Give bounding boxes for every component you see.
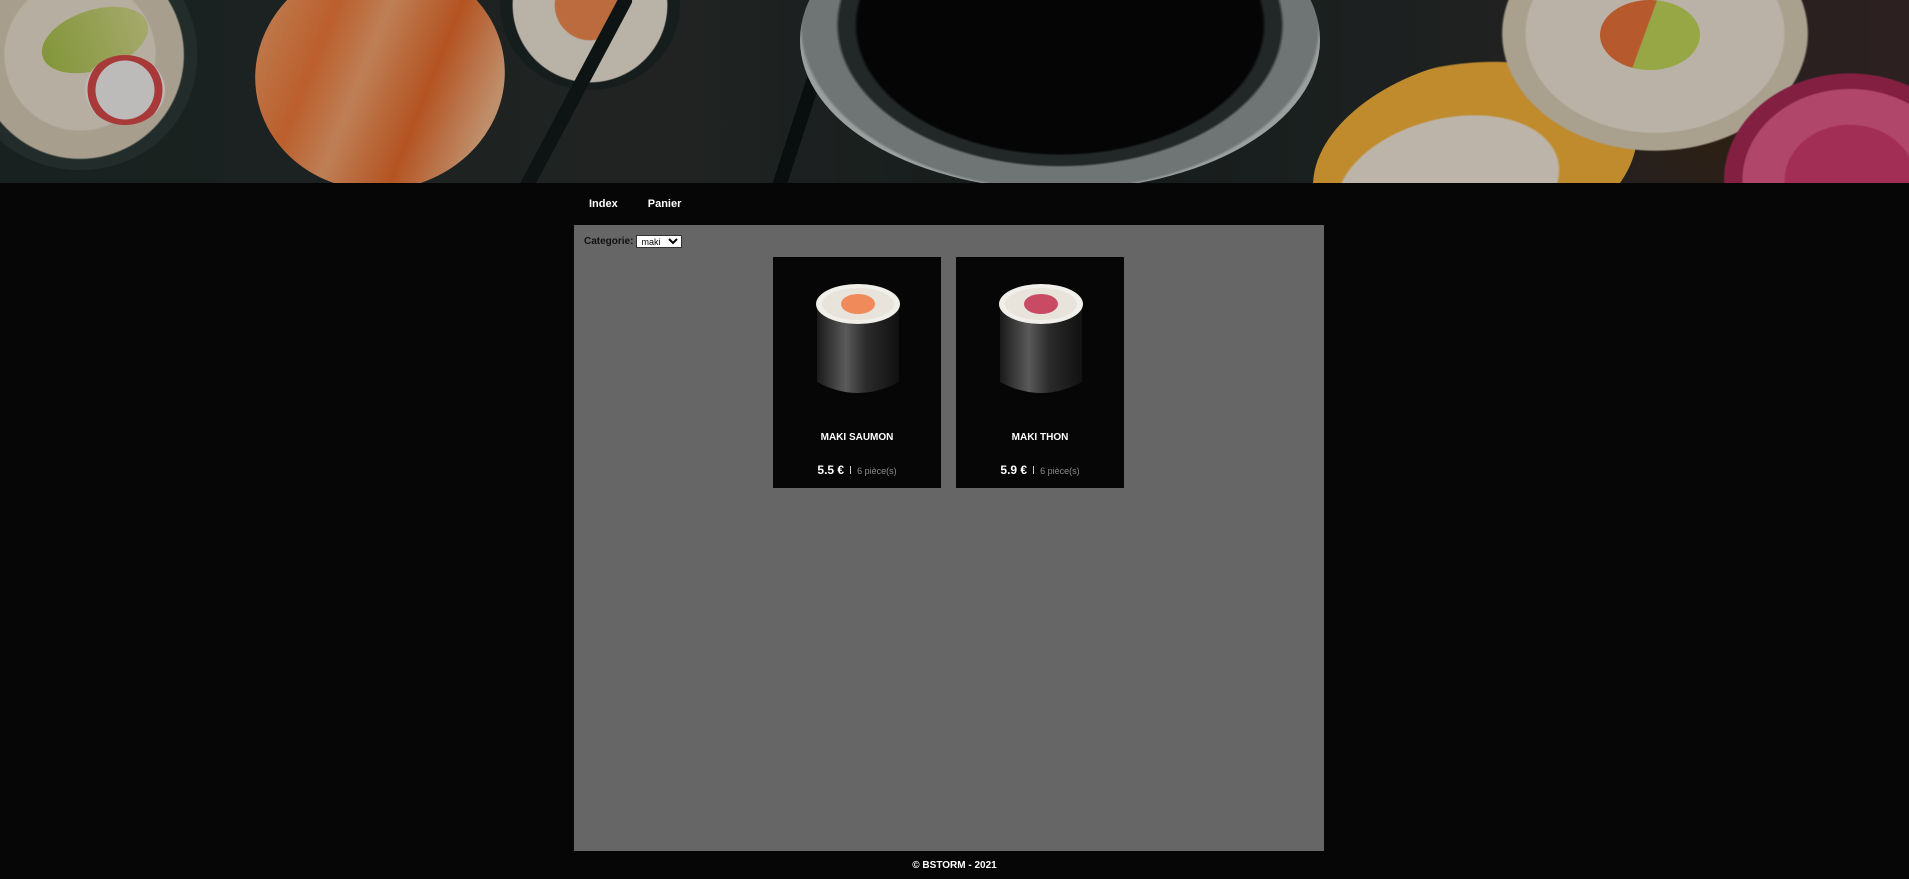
separator: [1033, 466, 1035, 474]
maki-image: [999, 284, 1083, 393]
product-pieces: 6 pièce(s): [1040, 466, 1080, 476]
banner-shade: [0, 0, 1909, 183]
nav-link-index[interactable]: Index: [574, 183, 633, 225]
hero-banner: [0, 0, 1909, 183]
product-price: 5.5 €: [817, 463, 845, 477]
footer: © BSTORM - 2021: [0, 860, 1909, 871]
content-panel: Categorie: maki MAKI SAUMON 5.5 € 6 pièc…: [574, 225, 1324, 851]
nav-link-panier[interactable]: Panier: [633, 183, 697, 225]
product-card[interactable]: MAKI THON 5.9 € 6 pièce(s): [956, 257, 1124, 488]
category-select[interactable]: maki: [636, 235, 683, 248]
product-list: MAKI SAUMON 5.5 € 6 pièce(s) MAKI THON 5…: [773, 257, 1124, 488]
product-name: MAKI THON: [1011, 432, 1069, 443]
product-meta: 5.5 € 6 pièce(s): [773, 463, 941, 477]
category-label: Categorie:: [584, 236, 634, 247]
footer-copyright: © BSTORM - 2021: [912, 860, 997, 871]
product-price: 5.9 €: [1000, 463, 1028, 477]
main-nav: Index Panier: [574, 183, 696, 225]
product-card[interactable]: MAKI SAUMON 5.5 € 6 pièce(s): [773, 257, 941, 488]
product-meta: 5.9 € 6 pièce(s): [956, 463, 1124, 477]
product-name: MAKI SAUMON: [820, 432, 894, 443]
product-pieces: 6 pièce(s): [857, 466, 897, 476]
maki-image: [816, 284, 900, 393]
category-filter: Categorie: maki: [584, 235, 683, 248]
separator: [850, 466, 852, 474]
